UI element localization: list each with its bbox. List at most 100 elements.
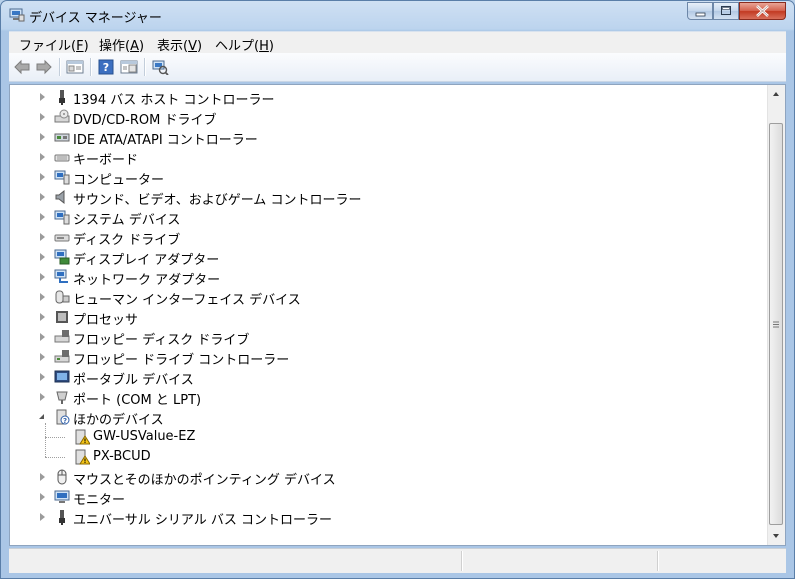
expand-arrow-icon[interactable] bbox=[40, 153, 45, 161]
menu-bar: ファイル(F) 操作(A) 表示(V) ヘルプ(H) bbox=[9, 31, 786, 54]
device-label: PX-BCUD bbox=[93, 449, 151, 464]
device-category[interactable]: 1394 バス ホスト コントローラー bbox=[10, 87, 750, 108]
expand-arrow-icon[interactable] bbox=[40, 113, 45, 121]
expand-arrow-icon[interactable] bbox=[40, 93, 45, 101]
scroll-thumb[interactable] bbox=[769, 123, 783, 525]
device-category[interactable]: ディスプレイ アダプター bbox=[10, 247, 750, 268]
device-item[interactable]: PX-BCUD bbox=[10, 447, 750, 467]
expand-arrow-icon[interactable] bbox=[40, 313, 45, 321]
expand-arrow-icon[interactable] bbox=[40, 393, 45, 401]
1394-controller-icon bbox=[59, 90, 65, 105]
view-icon[interactable] bbox=[120, 59, 138, 75]
expand-arrow-icon[interactable] bbox=[40, 253, 45, 261]
device-category[interactable]: マウスとそのほかのポインティング デバイス bbox=[10, 467, 750, 488]
vertical-scrollbar[interactable] bbox=[767, 85, 785, 545]
device-label: ポート (COM と LPT) bbox=[73, 393, 202, 408]
device-category[interactable]: ユニバーサル シリアル バス コントローラー bbox=[10, 507, 750, 528]
device-label: ヒューマン インターフェイス デバイス bbox=[73, 293, 301, 308]
device-category[interactable]: コンピューター bbox=[10, 167, 750, 188]
port-icon bbox=[56, 391, 68, 404]
expand-arrow-icon[interactable] bbox=[40, 473, 45, 481]
expand-arrow-icon[interactable] bbox=[40, 173, 45, 181]
device-label: ポータブル デバイス bbox=[73, 373, 194, 388]
minimize-icon bbox=[695, 12, 706, 17]
menu-view[interactable]: 表示(V) bbox=[157, 35, 202, 54]
network-adapter-icon bbox=[54, 269, 68, 283]
floppy-drive-icon bbox=[54, 330, 70, 343]
expand-arrow-icon[interactable] bbox=[40, 333, 45, 341]
expand-arrow-icon[interactable] bbox=[40, 273, 45, 281]
device-tree[interactable]: 1394 バス ホスト コントローラー DVD/CD-ROM ドライブ IDE AT… bbox=[10, 85, 770, 545]
computer-icon bbox=[54, 170, 70, 185]
expand-arrow-icon[interactable] bbox=[40, 493, 45, 501]
collapse-arrow-icon[interactable] bbox=[39, 414, 44, 419]
device-label: ネットワーク アダプター bbox=[73, 273, 221, 288]
expand-arrow-icon[interactable] bbox=[40, 373, 45, 381]
device-label: コンピューター bbox=[73, 173, 165, 188]
device-label: ほかのデバイス bbox=[73, 413, 164, 428]
keyboard-icon bbox=[54, 154, 70, 162]
forward-icon[interactable] bbox=[35, 59, 53, 75]
device-category[interactable]: システム デバイス bbox=[10, 207, 750, 228]
device-label: マウスとそのほかのポインティング デバイス bbox=[73, 473, 336, 488]
expand-arrow-icon[interactable] bbox=[40, 353, 45, 361]
menu-action[interactable]: 操作(A) bbox=[99, 35, 144, 54]
warning-device-icon bbox=[75, 429, 90, 445]
device-category[interactable]: モニター bbox=[10, 487, 750, 508]
scroll-down-button[interactable] bbox=[768, 527, 784, 544]
other-devices-icon: ? bbox=[56, 409, 70, 425]
device-label: モニター bbox=[73, 493, 126, 508]
display-adapter-icon bbox=[54, 249, 70, 265]
scroll-up-button[interactable] bbox=[768, 86, 784, 103]
device-category[interactable]: サウンド、ビデオ、およびゲーム コントローラー bbox=[10, 187, 750, 208]
window-title: デバイス マネージャー bbox=[29, 11, 162, 26]
disk-drive-icon bbox=[54, 234, 70, 242]
expand-arrow-icon[interactable] bbox=[40, 513, 45, 521]
device-category[interactable]: ? ほかのデバイス bbox=[10, 407, 750, 428]
device-category[interactable]: フロッピー ドライブ コントローラー bbox=[10, 347, 750, 368]
device-label: ディスク ドライブ bbox=[73, 233, 181, 248]
device-label: システム デバイス bbox=[73, 213, 181, 228]
maximize-icon bbox=[721, 6, 731, 15]
device-category[interactable]: ディスク ドライブ bbox=[10, 227, 750, 248]
device-label: プロセッサ bbox=[73, 313, 139, 328]
expand-arrow-icon[interactable] bbox=[40, 233, 45, 241]
device-item[interactable]: GW-USValue-EZ bbox=[10, 427, 750, 447]
menu-file[interactable]: ファイル(F) bbox=[19, 35, 89, 54]
device-category[interactable]: ポート (COM と LPT) bbox=[10, 387, 750, 408]
toolbar: ? bbox=[9, 53, 786, 82]
menu-help[interactable]: ヘルプ(H) bbox=[215, 35, 274, 54]
svg-text:?: ? bbox=[63, 417, 67, 425]
title-bar[interactable]: デバイス マネージャー bbox=[1, 1, 794, 29]
help-icon[interactable]: ? bbox=[97, 59, 115, 75]
minimize-button[interactable] bbox=[687, 2, 713, 20]
properties-icon[interactable] bbox=[66, 59, 84, 75]
device-category[interactable]: キーボード bbox=[10, 147, 750, 168]
device-category[interactable]: ヒューマン インターフェイス デバイス bbox=[10, 287, 750, 308]
expand-arrow-icon[interactable] bbox=[40, 193, 45, 201]
device-label: IDE ATA/ATAPI コントローラー bbox=[73, 133, 258, 148]
device-category[interactable]: プロセッサ bbox=[10, 307, 750, 328]
device-category[interactable]: IDE ATA/ATAPI コントローラー bbox=[10, 127, 750, 148]
device-category[interactable]: ネットワーク アダプター bbox=[10, 267, 750, 288]
device-label: ユニバーサル シリアル バス コントローラー bbox=[73, 513, 333, 528]
device-manager-window: デバイス マネージャー ファイル(F) 操作(A) 表示(V) ヘルプ(H) ? bbox=[0, 0, 795, 579]
expand-arrow-icon[interactable] bbox=[40, 213, 45, 221]
back-icon[interactable] bbox=[13, 59, 31, 75]
device-manager-icon bbox=[9, 8, 25, 22]
device-category[interactable]: ポータブル デバイス bbox=[10, 367, 750, 388]
ide-controller-icon bbox=[54, 133, 70, 142]
expand-arrow-icon[interactable] bbox=[40, 293, 45, 301]
scan-hardware-icon[interactable] bbox=[151, 59, 169, 75]
system-device-icon bbox=[54, 210, 70, 225]
device-category[interactable]: フロッピー ディスク ドライブ bbox=[10, 327, 750, 348]
device-label: フロッピー ディスク ドライブ bbox=[73, 333, 250, 348]
device-category[interactable]: DVD/CD-ROM ドライブ bbox=[10, 107, 750, 128]
dvd-drive-icon bbox=[54, 109, 70, 123]
grip-icon bbox=[773, 321, 779, 328]
expand-arrow-icon[interactable] bbox=[40, 133, 45, 141]
close-icon bbox=[756, 5, 769, 17]
close-button[interactable] bbox=[739, 2, 786, 20]
maximize-button[interactable] bbox=[713, 2, 739, 20]
floppy-controller-icon bbox=[54, 350, 70, 363]
